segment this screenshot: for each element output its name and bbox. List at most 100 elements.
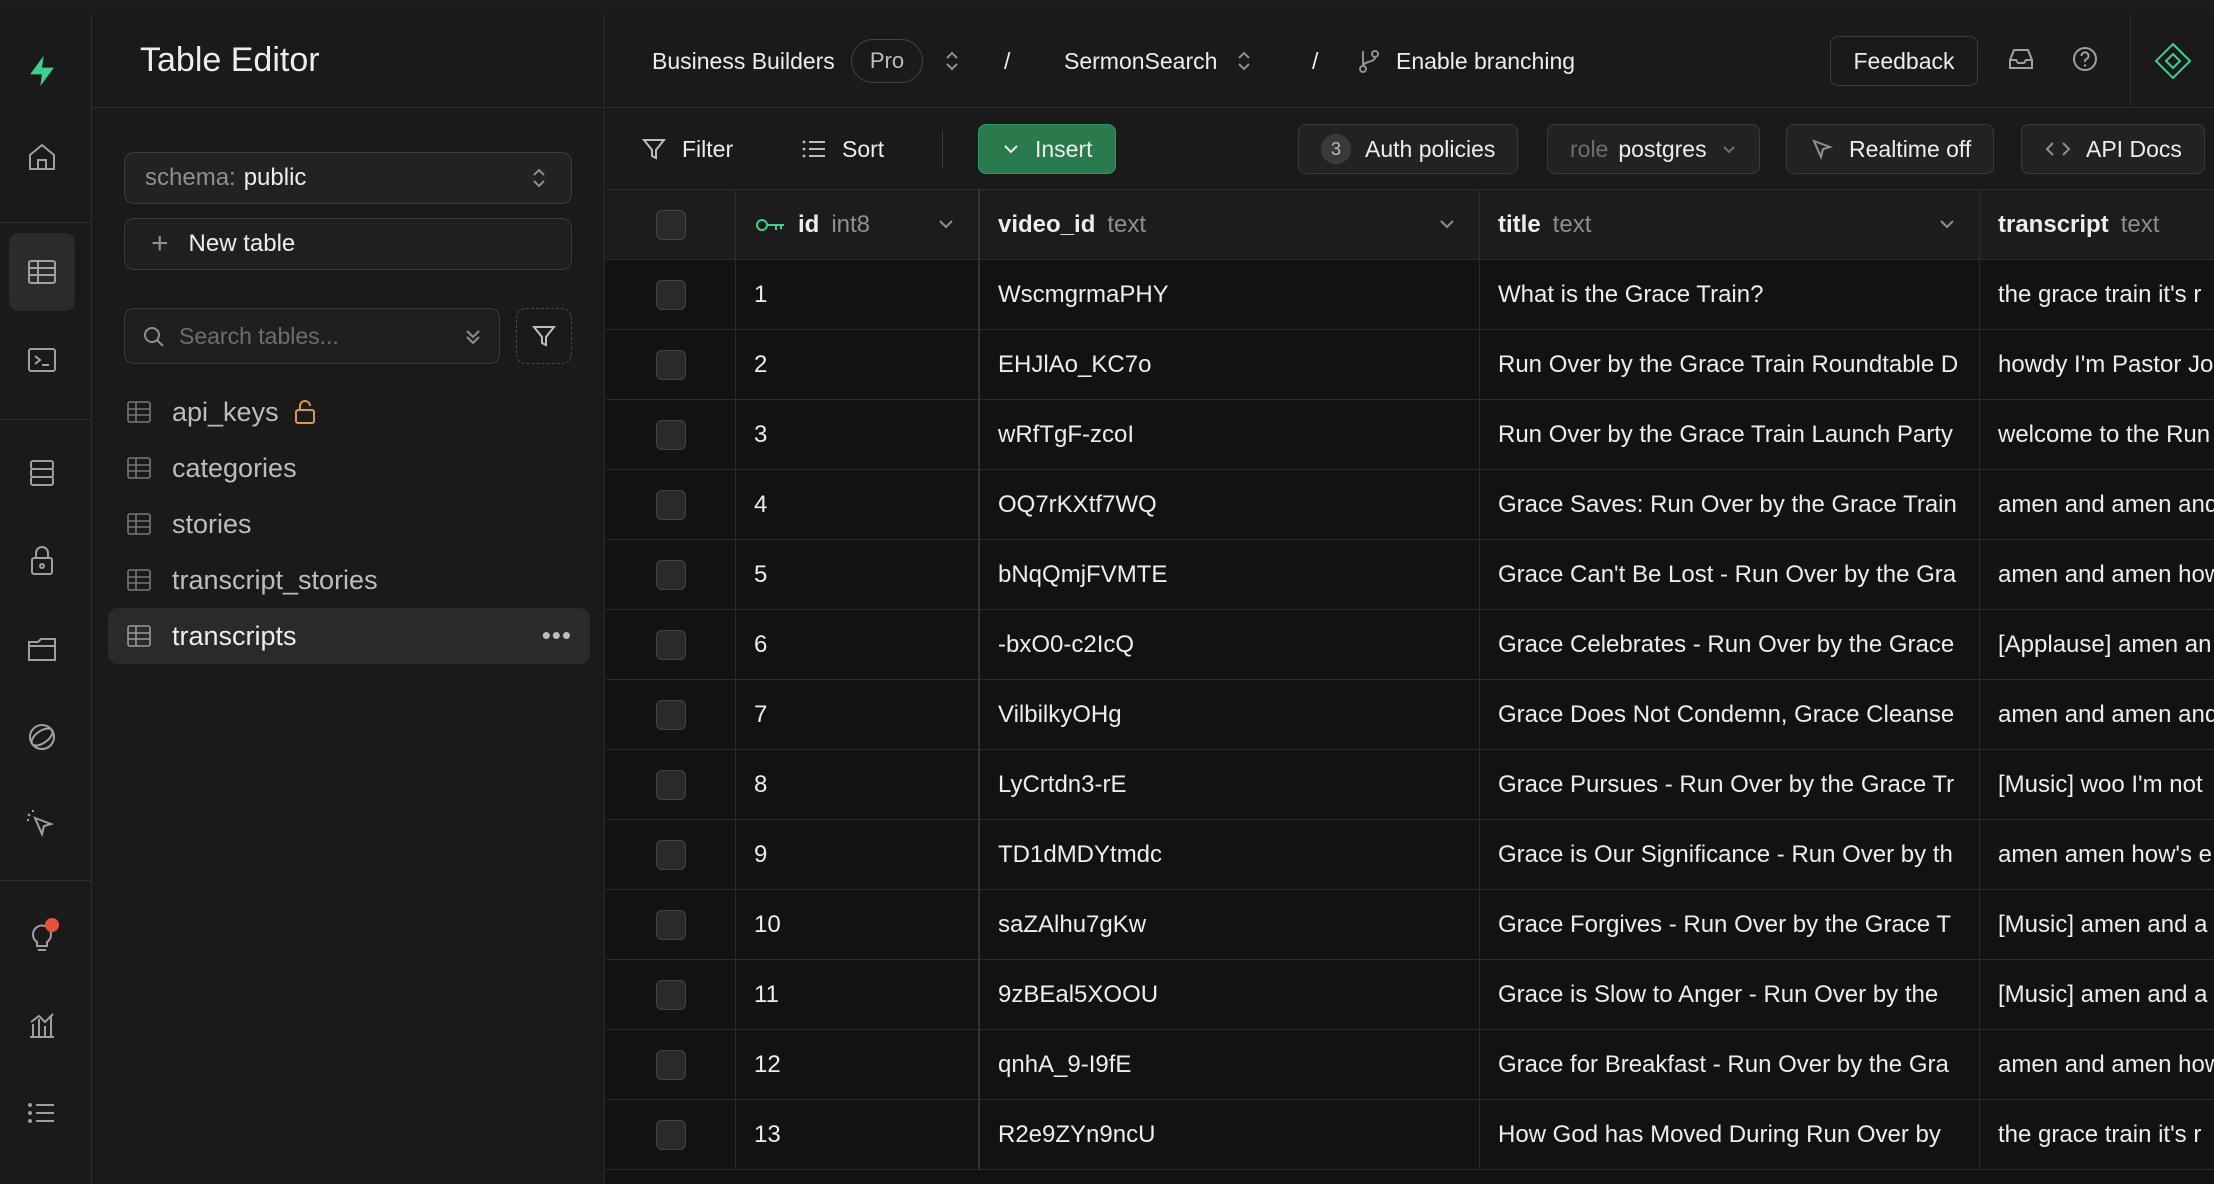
column-header-transcript[interactable]: transcript text bbox=[1980, 190, 2214, 260]
cell-id[interactable]: 9 bbox=[736, 820, 980, 890]
rail-table-editor[interactable] bbox=[9, 233, 75, 311]
cell-transcript[interactable]: howdy I'm Pastor Jo bbox=[1980, 330, 2214, 400]
enable-branching-button[interactable]: Enable branching bbox=[1356, 14, 1575, 108]
sort-button[interactable]: Sort bbox=[800, 124, 884, 174]
new-table-button[interactable]: + New table bbox=[124, 218, 572, 270]
chevron-down-icon[interactable] bbox=[1937, 214, 1957, 234]
inbox-icon[interactable] bbox=[2006, 44, 2036, 74]
more-options-icon[interactable]: ••• bbox=[542, 620, 572, 651]
table-row[interactable]: 13 R2e9ZYn9ncU How God has Moved During Ru… bbox=[606, 1100, 2214, 1170]
cell-id[interactable]: 8 bbox=[736, 750, 980, 820]
column-header-video-id[interactable]: video_id text bbox=[980, 190, 1480, 260]
cell-video-id[interactable]: 9zBEal5XOOU bbox=[980, 960, 1480, 1030]
cell-video-id[interactable]: wRfTgF-zcoI bbox=[980, 400, 1480, 470]
cell-video-id[interactable]: LyCrtdn3-rE bbox=[980, 750, 1480, 820]
cell-id[interactable]: 1 bbox=[736, 260, 980, 330]
rail-edge-functions[interactable] bbox=[9, 786, 75, 864]
realtime-toggle[interactable]: Realtime off bbox=[1786, 124, 1995, 174]
rail-advisors[interactable] bbox=[9, 898, 75, 976]
table-row[interactable]: 10 saZAlhu7gKw Grace Forgives - Run Over b… bbox=[606, 890, 2214, 960]
cell-id[interactable]: 11 bbox=[736, 960, 980, 1030]
cell-title[interactable]: Grace for Breakfast - Run Over by the Gr… bbox=[1480, 1030, 1980, 1100]
row-checkbox[interactable] bbox=[655, 490, 686, 520]
cell-video-id[interactable]: WscmgrmaPHY bbox=[980, 260, 1480, 330]
assistant-button[interactable] bbox=[2130, 14, 2214, 108]
row-checkbox[interactable] bbox=[655, 560, 686, 590]
rail-database[interactable] bbox=[9, 434, 75, 512]
rail-home[interactable] bbox=[9, 118, 75, 196]
cell-transcript[interactable]: [Music] woo I'm not bbox=[1980, 750, 2214, 820]
cell-title[interactable]: Grace Pursues - Run Over by the Grace Tr bbox=[1480, 750, 1980, 820]
supabase-logo[interactable] bbox=[9, 32, 75, 110]
row-checkbox[interactable] bbox=[655, 1120, 686, 1150]
cell-transcript[interactable]: amen and amen how bbox=[1980, 1030, 2214, 1100]
cell-id[interactable]: 10 bbox=[736, 890, 980, 960]
help-icon[interactable] bbox=[2070, 44, 2100, 74]
auth-policies-button[interactable]: 3 Auth policies bbox=[1298, 124, 1519, 174]
cell-video-id[interactable]: saZAlhu7gKw bbox=[980, 890, 1480, 960]
filter-button[interactable]: Filter bbox=[640, 124, 733, 174]
table-row[interactable]: 5 bNqQmjFVMTE Grace Can't Be Lost - Run Ov… bbox=[606, 540, 2214, 610]
cell-video-id[interactable]: qnhA_9-I9fE bbox=[980, 1030, 1480, 1100]
rail-realtime[interactable] bbox=[9, 698, 75, 776]
insert-button[interactable]: Insert bbox=[978, 124, 1116, 174]
cell-transcript[interactable]: the grace train it's r bbox=[1980, 1100, 2214, 1170]
cell-id[interactable]: 4 bbox=[736, 470, 980, 540]
cell-video-id[interactable]: R2e9ZYn9ncU bbox=[980, 1100, 1480, 1170]
cell-video-id[interactable]: OQ7rKXtf7WQ bbox=[980, 470, 1480, 540]
row-checkbox[interactable] bbox=[655, 700, 686, 730]
row-checkbox[interactable] bbox=[655, 1050, 686, 1080]
role-select[interactable]: role postgres bbox=[1547, 124, 1760, 174]
row-checkbox[interactable] bbox=[655, 770, 686, 800]
table-row[interactable]: 2 EHJlAo_KC7o Run Over by the Grace Train … bbox=[606, 330, 2214, 400]
cell-id[interactable]: 7 bbox=[736, 680, 980, 750]
table-item-transcript-stories[interactable]: transcript_stories bbox=[108, 552, 590, 608]
rail-storage[interactable] bbox=[9, 610, 75, 688]
cell-transcript[interactable]: amen and amen and bbox=[1980, 470, 2214, 540]
table-row[interactable]: 6 -bxO0-c2IcQ Grace Celebrates - Run Over … bbox=[606, 610, 2214, 680]
cell-title[interactable]: Grace Does Not Condemn, Grace Cleanse bbox=[1480, 680, 1980, 750]
cell-transcript[interactable]: [Music] amen and a bbox=[1980, 960, 2214, 1030]
table-item-api-keys[interactable]: api_keys bbox=[108, 384, 590, 440]
cell-id[interactable]: 2 bbox=[736, 330, 980, 400]
cell-title[interactable]: Grace is Our Significance - Run Over by … bbox=[1480, 820, 1980, 890]
rail-logs[interactable] bbox=[9, 1074, 75, 1152]
table-item-stories[interactable]: stories bbox=[108, 496, 590, 552]
table-row[interactable]: 7 VilbilkyOHg Grace Does Not Condemn, Grac… bbox=[606, 680, 2214, 750]
cell-video-id[interactable]: TD1dMDYtmdc bbox=[980, 820, 1480, 890]
row-checkbox[interactable] bbox=[655, 980, 686, 1010]
cell-video-id[interactable]: EHJlAo_KC7o bbox=[980, 330, 1480, 400]
cell-title[interactable]: Grace Can't Be Lost - Run Over by the Gr… bbox=[1480, 540, 1980, 610]
org-selector[interactable]: Business Builders Pro bbox=[652, 14, 961, 108]
search-tables-input[interactable]: Search tables... bbox=[124, 308, 500, 364]
cell-title[interactable]: Grace is Slow to Anger - Run Over by the bbox=[1480, 960, 1980, 1030]
table-row[interactable]: 8 LyCrtdn3-rE Grace Pursues - Run Over by … bbox=[606, 750, 2214, 820]
cell-transcript[interactable]: amen amen how's e bbox=[1980, 820, 2214, 890]
feedback-button[interactable]: Feedback bbox=[1830, 36, 1978, 86]
table-row[interactable]: 4 OQ7rKXtf7WQ Grace Saves: Run Over by the… bbox=[606, 470, 2214, 540]
cell-title[interactable]: Run Over by the Grace Train Roundtable D bbox=[1480, 330, 1980, 400]
cell-title[interactable]: What is the Grace Train? bbox=[1480, 260, 1980, 330]
table-row[interactable]: 12 qnhA_9-I9fE Grace for Breakfast - Run O… bbox=[606, 1030, 2214, 1100]
row-checkbox[interactable] bbox=[655, 630, 686, 660]
chevron-down-icon[interactable] bbox=[1437, 214, 1457, 234]
cell-video-id[interactable]: bNqQmjFVMTE bbox=[980, 540, 1480, 610]
row-checkbox[interactable] bbox=[655, 280, 686, 310]
cell-title[interactable]: Grace Forgives - Run Over by the Grace T bbox=[1480, 890, 1980, 960]
cell-transcript[interactable]: [Applause] amen an bbox=[1980, 610, 2214, 680]
table-row[interactable]: 9 TD1dMDYtmdc Grace is Our Significance - … bbox=[606, 820, 2214, 890]
schema-select[interactable]: schema: public bbox=[124, 152, 572, 204]
collapse-chevrons-icon[interactable] bbox=[461, 323, 485, 351]
cell-title[interactable]: Grace Celebrates - Run Over by the Grace bbox=[1480, 610, 1980, 680]
table-row[interactable]: 1 WscmgrmaPHY What is the Grace Train? the … bbox=[606, 260, 2214, 330]
cell-id[interactable]: 12 bbox=[736, 1030, 980, 1100]
column-header-id[interactable]: id int8 bbox=[736, 190, 980, 260]
cell-id[interactable]: 13 bbox=[736, 1100, 980, 1170]
cell-transcript[interactable]: amen and amen and bbox=[1980, 680, 2214, 750]
table-row[interactable]: 11 9zBEal5XOOU Grace is Slow to Anger - Ru… bbox=[606, 960, 2214, 1030]
cell-video-id[interactable]: -bxO0-c2IcQ bbox=[980, 610, 1480, 680]
cell-transcript[interactable]: [Music] amen and a bbox=[1980, 890, 2214, 960]
rail-auth[interactable] bbox=[9, 522, 75, 600]
cell-title[interactable]: Run Over by the Grace Train Launch Party bbox=[1480, 400, 1980, 470]
chevron-down-icon[interactable] bbox=[936, 214, 956, 234]
